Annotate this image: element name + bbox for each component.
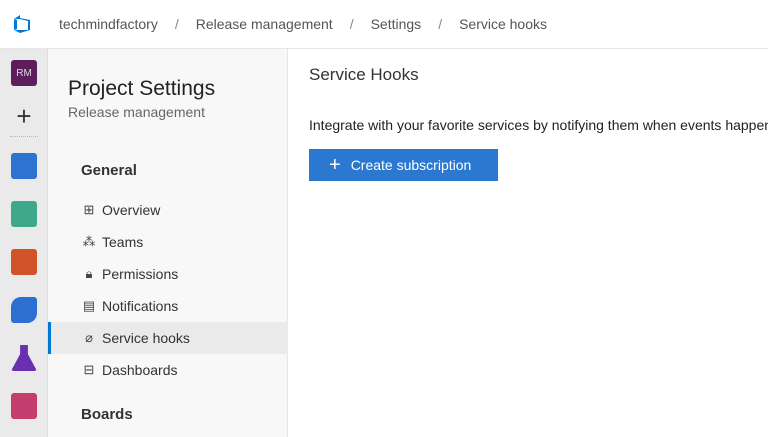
breadcrumb-separator: /	[438, 16, 443, 32]
breadcrumb-project[interactable]: Release management	[196, 16, 333, 32]
teams-icon: ⁂	[82, 234, 96, 249]
plus-icon: +	[329, 154, 341, 176]
nav-item-label: Notifications	[102, 298, 179, 314]
breadcrumb: techmindfactory / Release management / S…	[59, 16, 547, 32]
pipelines-icon[interactable]	[11, 297, 37, 323]
nav-item-label: Service hooks	[102, 330, 190, 346]
nav-item-notifications[interactable]: ▤ Notifications	[48, 290, 288, 322]
panel-title: Project Settings	[68, 77, 216, 100]
add-icon[interactable]: +	[11, 103, 37, 129]
breadcrumb-separator: /	[174, 16, 179, 32]
section-general: General	[81, 162, 137, 179]
breadcrumb-service-hooks[interactable]: Service hooks	[459, 16, 547, 32]
main-content: Service Hooks Integrate with your favori…	[289, 49, 768, 437]
page-description: Integrate with your favorite services by…	[309, 117, 768, 133]
nav-item-label: Teams	[102, 234, 144, 250]
repos-icon[interactable]	[11, 249, 37, 275]
test-board-icon[interactable]	[11, 201, 37, 227]
breadcrumb-separator: /	[349, 16, 354, 32]
top-bar: techmindfactory / Release management / S…	[0, 0, 768, 49]
boards-icon[interactable]	[11, 153, 37, 179]
chat-icon: ▤	[82, 298, 96, 313]
nav-item-label: Overview	[102, 202, 161, 218]
breadcrumb-settings[interactable]: Settings	[371, 16, 422, 32]
project-avatar[interactable]: RM	[11, 60, 37, 86]
plug-icon: ⌀	[85, 330, 93, 345]
test-plans-icon[interactable]	[11, 345, 37, 371]
divider	[10, 136, 38, 137]
nav-item-label: Dashboards	[102, 362, 178, 378]
create-subscription-button[interactable]: + Create subscription	[309, 149, 498, 181]
lock-icon: 🔒︎	[85, 266, 93, 281]
nav-item-teams[interactable]: ⁂ Teams	[48, 226, 288, 258]
nav-rail: RM +	[0, 49, 48, 437]
nav-item-label: Permissions	[102, 266, 179, 282]
panel-subtitle: Release management	[68, 104, 205, 120]
page-title: Service Hooks	[309, 65, 419, 84]
section-boards: Boards	[81, 406, 133, 423]
nav-item-overview[interactable]: ⊞ Overview	[48, 194, 288, 226]
nav-item-permissions[interactable]: 🔒︎ Permissions	[48, 258, 288, 290]
azure-devops-logo-icon[interactable]	[0, 0, 48, 49]
breadcrumb-org[interactable]: techmindfactory	[59, 16, 158, 32]
dashboard-icon: ⊟	[83, 362, 95, 377]
artifacts-icon[interactable]	[11, 393, 37, 419]
button-label: Create subscription	[350, 157, 472, 173]
nav-item-service-hooks[interactable]: ⌀ Service hooks	[48, 322, 288, 354]
nav-item-dashboards[interactable]: ⊟ Dashboards	[48, 354, 288, 386]
settings-panel: Project Settings Release management Gene…	[48, 49, 288, 437]
overview-icon: ⊞	[83, 202, 95, 217]
